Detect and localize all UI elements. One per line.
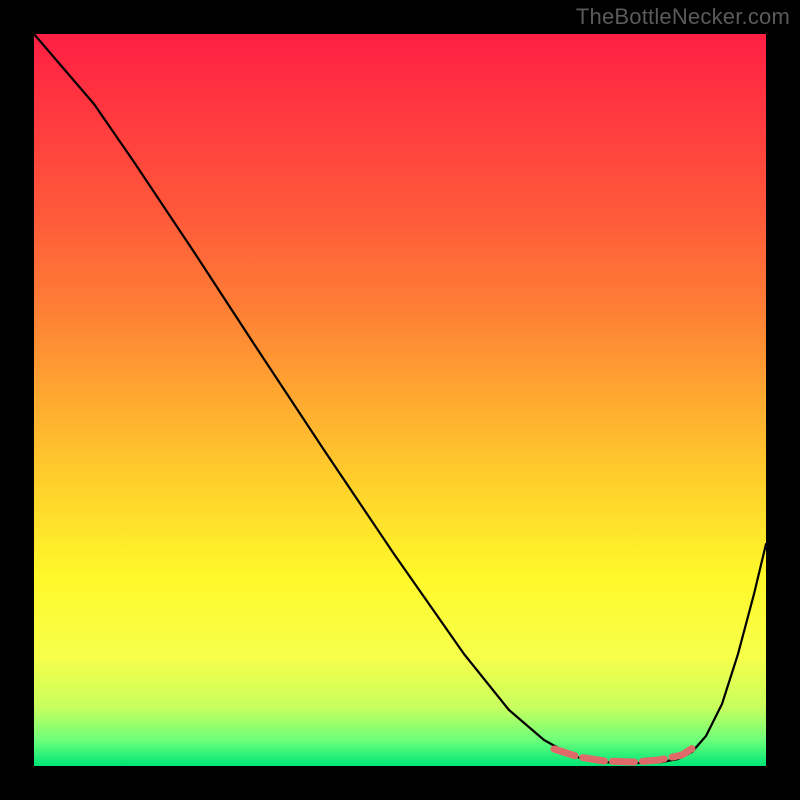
plot-svg	[34, 34, 766, 766]
watermark-text: TheBottleNecker.com	[576, 4, 790, 30]
chart-container: TheBottleNecker.com	[0, 0, 800, 800]
plot-area	[34, 34, 766, 766]
gradient-background	[34, 34, 766, 766]
